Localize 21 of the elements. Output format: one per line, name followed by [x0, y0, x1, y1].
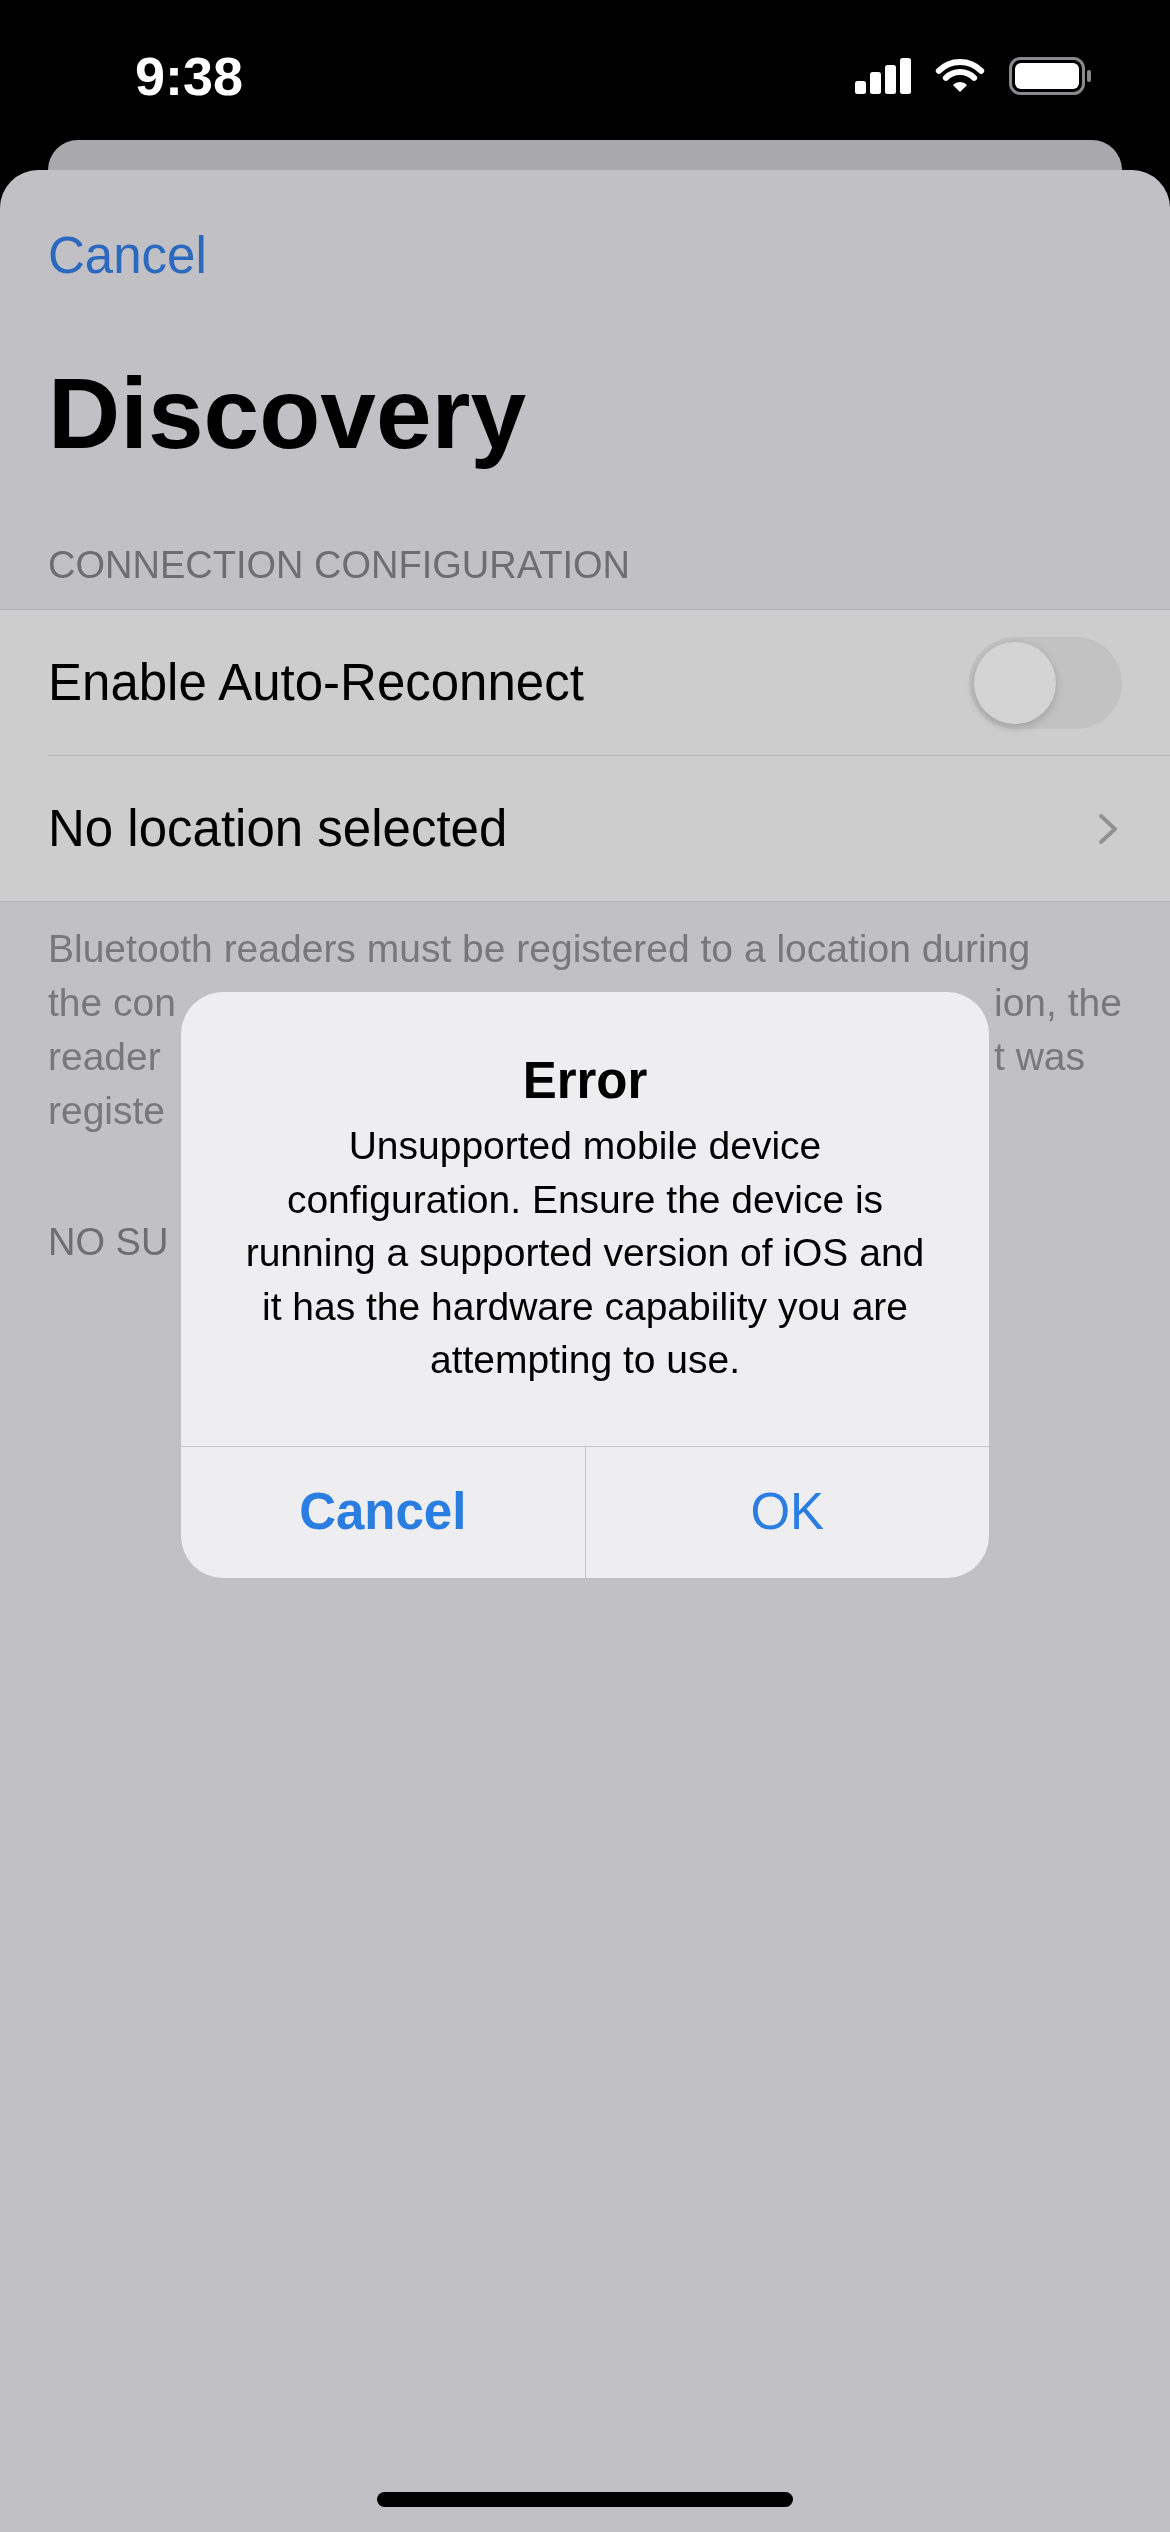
wifi-icon: [935, 59, 985, 93]
alert-button[interactable]: Cancel: [181, 1447, 585, 1578]
footer-text: registe: [48, 1088, 166, 1134]
footer-text: the con: [48, 980, 176, 1026]
status-time: 9:38: [135, 49, 244, 103]
footer-text: ion, the: [994, 980, 1122, 1026]
signal-icon: [855, 58, 911, 94]
alert-title: Error: [522, 1051, 648, 1111]
location-row[interactable]: No location selected: [0, 756, 1170, 901]
section-header: NO SU: [48, 1220, 169, 1265]
battery-icon: [1009, 57, 1091, 95]
alert-button[interactable]: OK: [584, 1447, 989, 1578]
footer-text: reader: [48, 1034, 161, 1080]
section-header: CONNECTION CONFIGURATION: [48, 543, 630, 588]
chevron-icon: [1098, 812, 1118, 845]
cancel-button[interactable]: Cancel: [48, 225, 207, 286]
page-title: Discovery: [48, 356, 527, 471]
setting-label: Enable Auto-Reconnect: [48, 653, 584, 713]
alert-message: Unsupported mobile device configuration. Ensure the device is running a supported version of iOS and it has the hardware capability you are attempting to use.: [244, 1123, 926, 1383]
footer-text: Bluetooth readers must be registered to a location during: [48, 926, 1031, 972]
footer-text: t was: [994, 1034, 1086, 1080]
